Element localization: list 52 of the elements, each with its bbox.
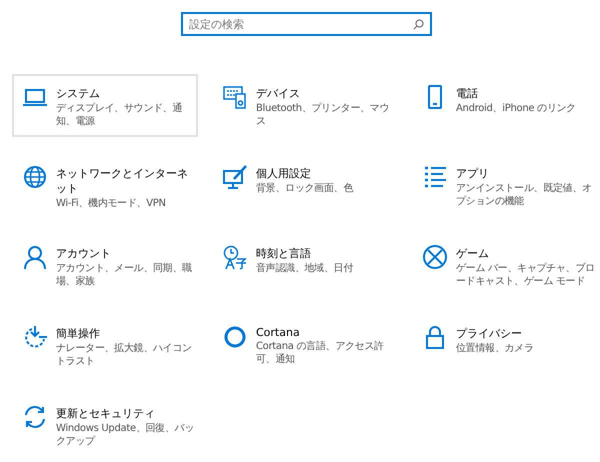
tile-title: アプリ	[456, 166, 490, 181]
settings-tile[interactable]: アカウント アカウント、メール、同期、職場、家族	[12, 234, 198, 297]
tile-title: 時刻と言語	[256, 246, 312, 261]
tile-description: 音声認識、地域、日付	[256, 263, 354, 276]
tile-description: Wi-Fi、機内モード、VPN	[56, 198, 167, 210]
settings-tile[interactable]: デバイス Bluetooth、プリンター、マウス	[212, 74, 398, 137]
tile-description: アンインストール、既定値、オプションの機能	[456, 183, 593, 208]
keyboard-speaker-icon	[222, 84, 248, 110]
tile-description: Windows Update、回復、バックアップ	[56, 423, 196, 448]
person-icon	[22, 244, 48, 270]
tile-description: 位置情報、カメラ	[456, 343, 534, 356]
tile-description: ゲーム バー、キャプチャ、ブロードキャスト、ゲーム モード	[456, 263, 596, 288]
x-circle-icon	[422, 244, 448, 270]
sync-icon	[22, 404, 48, 430]
settings-tile[interactable]: システム ディスプレイ、サウンド、通知、電源	[12, 74, 198, 137]
tile-title: 電話	[456, 86, 479, 101]
settings-tile[interactable]: 時刻と言語 音声認識、地域、日付	[212, 234, 398, 297]
settings-tile[interactable]: Cortana Cortana の言語、アクセス許可、通知	[212, 314, 398, 377]
settings-tile[interactable]: アプリ アンインストール、既定値、オプションの機能	[412, 154, 598, 217]
tile-description: 背景、ロック画面、色	[256, 183, 354, 196]
tile-title: システム	[56, 86, 101, 101]
settings-tile[interactable]: ネットワークとインターネット Wi-Fi、機内モード、VPN	[12, 154, 198, 217]
tile-description: ナレーター、拡大鏡、ハイコントラスト	[56, 343, 193, 368]
tile-title: プライバシー	[456, 326, 523, 341]
tile-title: 更新とセキュリティ	[56, 406, 156, 421]
tile-title: ゲーム	[456, 246, 490, 261]
tile-description: Cortana の言語、アクセス許可、通知	[256, 341, 385, 366]
dashed-circle-arrow-icon	[22, 324, 48, 350]
list-icon	[422, 164, 448, 190]
tile-description: ディスプレイ、サウンド、通知、電源	[56, 103, 184, 128]
settings-tile[interactable]: プライバシー 位置情報、カメラ	[412, 314, 598, 377]
tile-title: ネットワークとインターネット	[56, 166, 189, 196]
settings-tile[interactable]: ゲーム ゲーム バー、キャプチャ、ブロードキャスト、ゲーム モード	[412, 234, 598, 297]
tile-title: 個人用設定	[256, 166, 312, 181]
settings-tile[interactable]: 更新とセキュリティ Windows Update、回復、バックアップ	[12, 394, 198, 457]
globe-icon	[22, 164, 48, 190]
clock-letter-icon	[222, 244, 248, 270]
tile-title: デバイス	[256, 86, 301, 101]
tile-title: Cortana	[256, 326, 301, 339]
tile-description: Bluetooth、プリンター、マウス	[256, 103, 390, 128]
search-input[interactable]: 設定の検索	[189, 18, 413, 30]
search-field[interactable]: 設定の検索	[181, 12, 432, 36]
tile-description: Android、iPhone のリンク	[456, 103, 576, 116]
settings-tile[interactable]: 個人用設定 背景、ロック画面、色	[212, 154, 398, 217]
search-icon	[413, 18, 424, 30]
paintbrush-monitor-icon	[222, 164, 248, 190]
tile-title: 簡単操作	[56, 326, 101, 341]
ring-icon	[222, 324, 248, 350]
settings-tile[interactable]: 簡単操作 ナレーター、拡大鏡、ハイコントラスト	[12, 314, 198, 377]
tile-description: アカウント、メール、同期、職場、家族	[56, 263, 193, 288]
tile-title: アカウント	[56, 246, 112, 261]
settings-tile[interactable]: 電話 Android、iPhone のリンク	[412, 74, 598, 137]
